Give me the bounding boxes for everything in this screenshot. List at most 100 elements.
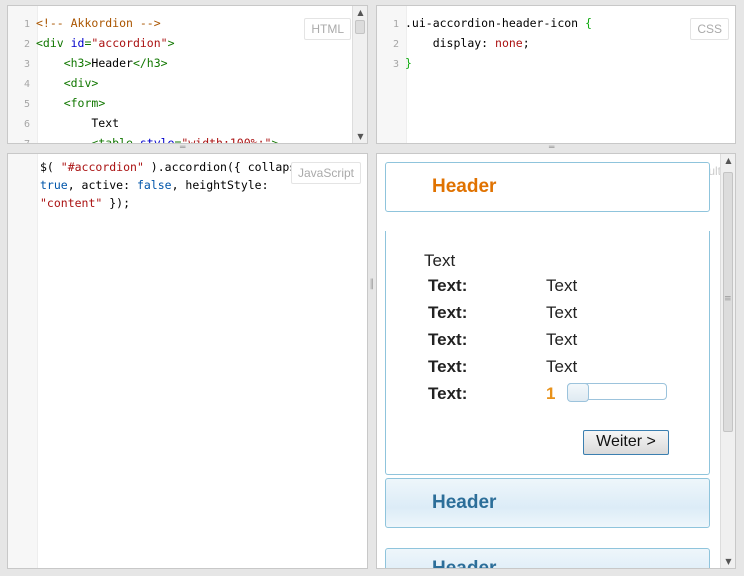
code-token: "#accordion": [60, 160, 144, 174]
code-line[interactable]: "content" });: [40, 194, 331, 212]
code-line[interactable]: 7 <table style="width:100%;">: [8, 134, 279, 144]
row-key: Text:: [428, 384, 468, 403]
code-line[interactable]: 5 <form>: [8, 94, 278, 114]
next-button[interactable]: Weiter >: [583, 430, 669, 455]
row-key: Text:: [428, 357, 468, 376]
scrollbar-thumb[interactable]: [355, 20, 365, 34]
code-token: <form>: [63, 96, 106, 110]
accordion-header-label: Header: [432, 558, 497, 569]
line-number: 6: [23, 119, 30, 130]
code-token: , active:: [67, 178, 137, 192]
code-token: "accordion": [91, 36, 168, 50]
code-token: none: [495, 36, 523, 50]
code-token: $(: [40, 160, 61, 174]
code-token: false: [136, 178, 172, 192]
line-number: 3: [392, 59, 399, 70]
code-line[interactable]: 6 Text: [8, 114, 278, 134]
row-value: Text: [546, 276, 578, 295]
code-token: :: [481, 36, 496, 50]
line-number: 2: [392, 39, 399, 50]
accordion-panel: Text Text: Text Text: Text Text: Text Text: Tex…: [385, 231, 710, 475]
line-number: 7: [8, 136, 36, 143]
row-value: Text: [546, 330, 578, 349]
accordion-header-active[interactable]: Header: [385, 162, 710, 212]
css-pane-label: CSS: [690, 18, 729, 40]
scrollbar-grip-icon: ≡: [724, 294, 732, 304]
line-number: 3: [23, 59, 30, 70]
value-slider[interactable]: [567, 383, 667, 402]
accordion-header-label: Header: [432, 492, 497, 513]
css-editor-pane[interactable]: 1 .ui-accordion-header-icon {2 display: n…: [376, 5, 736, 144]
result-pane[interactable]: Result Header Text Text:TextText:TextTex…: [376, 153, 736, 569]
accordion-header[interactable]: Header: [385, 548, 710, 569]
slider-value: 1: [546, 384, 556, 403]
scroll-up-icon[interactable]: ▲: [353, 8, 367, 17]
code-token: });: [102, 196, 131, 210]
code-token: true: [40, 178, 68, 192]
result-scrollbar[interactable]: ▲ ≡ ▼: [720, 154, 735, 568]
code-token: Header: [91, 56, 133, 70]
line-gutter: [8, 154, 38, 568]
code-line[interactable]: $( "#accordion" ).accordion({ collapsibl…: [40, 158, 331, 176]
code-line[interactable]: true, active: false, heightStyle:: [40, 176, 331, 194]
accordion-header[interactable]: Header: [385, 478, 710, 528]
row-key: Text:: [428, 276, 468, 295]
javascript-pane-label: JavaScript: [290, 162, 361, 184]
code-token: style: [139, 136, 175, 144]
html-pane-label: HTML: [304, 18, 351, 40]
code-token: Text: [36, 116, 120, 130]
code-line[interactable]: 2 display: none;: [377, 34, 592, 54]
line-number: 5: [23, 99, 30, 110]
code-token: {: [585, 16, 592, 30]
css-code[interactable]: 1 .ui-accordion-header-icon {2 display: n…: [377, 14, 592, 74]
row-key: Text:: [428, 330, 468, 349]
code-token: <table: [91, 136, 140, 144]
code-token: "width:100%;": [181, 136, 272, 144]
row-value: Text: [546, 303, 578, 322]
code-token: >: [271, 136, 279, 144]
code-line[interactable]: 1 <!-- Akkordion -->: [8, 14, 278, 34]
code-token: </h3>: [132, 56, 168, 70]
code-token: "content": [40, 196, 103, 210]
row-value: Text: [546, 357, 578, 376]
code-token: ;: [522, 36, 530, 50]
code-token: <!-- Akkordion -->: [36, 16, 161, 30]
code-token: <div: [36, 36, 71, 50]
html-scrollbar[interactable]: ▲ ▼: [352, 6, 367, 143]
javascript-editor-pane[interactable]: $( "#accordion" ).accordion({ collapsibl…: [7, 153, 368, 569]
scroll-up-icon[interactable]: ▲: [721, 156, 735, 165]
slider-handle[interactable]: [567, 383, 589, 402]
code-token: <h3>: [63, 56, 92, 70]
splitter-grip-icon[interactable]: ═: [549, 143, 554, 153]
code-line[interactable]: 3}: [377, 54, 592, 74]
scroll-down-icon[interactable]: ▼: [353, 132, 367, 141]
html-editor-pane[interactable]: 1 <!-- Akkordion --> 2 <div id="accordion">…: [7, 5, 368, 144]
line-number: 1: [23, 19, 30, 30]
line-number: 2: [23, 39, 30, 50]
vertical-splitter-grip-icon[interactable]: ║: [369, 280, 374, 290]
html-code[interactable]: 1 <!-- Akkordion --> 2 <div id="accordion">…: [8, 14, 279, 144]
code-token: id: [70, 36, 85, 50]
intro-text: Text: [424, 251, 456, 270]
scroll-down-icon[interactable]: ▼: [721, 557, 735, 566]
code-token: <div>: [63, 76, 99, 90]
form-row: Text: Text: [428, 276, 688, 300]
code-line[interactable]: 3 <h3>Header</h3>: [8, 54, 278, 74]
line-number: 1: [392, 19, 399, 30]
code-line[interactable]: 1 .ui-accordion-header-icon {: [377, 14, 592, 34]
form-row: Text: Text: [428, 330, 688, 354]
code-token: , heightStyle:: [171, 178, 269, 192]
code-line[interactable]: 2 <div id="accordion">: [8, 34, 278, 54]
code-token: >: [167, 36, 175, 50]
code-line[interactable]: 4 <div>: [8, 74, 278, 94]
splitter-grip-icon[interactable]: ═: [180, 143, 185, 153]
accordion-header-label: Header: [432, 176, 497, 197]
row-key: Text:: [428, 303, 468, 322]
javascript-code[interactable]: $( "#accordion" ).accordion({ collapsibl…: [40, 158, 331, 212]
form-row: Text: Text: [428, 303, 688, 327]
